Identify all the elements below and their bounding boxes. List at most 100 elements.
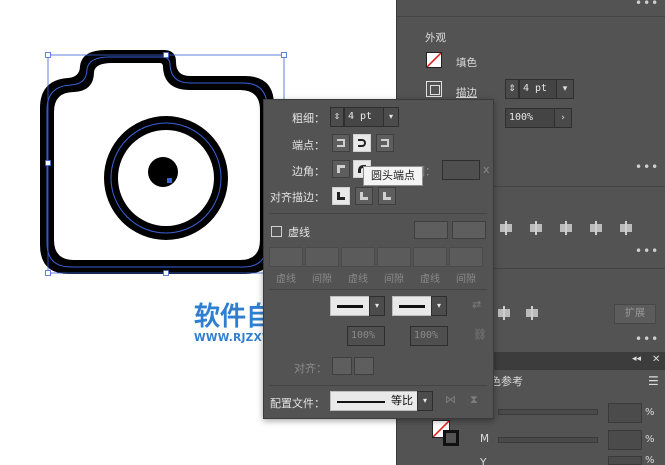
pathfinder-exclude-icon[interactable] [524,305,540,321]
none-color-icon [427,53,441,67]
anchor-center [167,178,172,183]
fill-label: 填色 [456,57,477,69]
dashed-line-label: 虚线 [288,226,310,239]
weight-stepper-arrows[interactable]: ⇕ [330,107,344,127]
flip-vertical-icon[interactable]: ⧗ [470,393,478,407]
arrowhead-start-select[interactable] [330,296,370,316]
close-icon[interactable]: ✕ [652,354,660,365]
profile-label: 配置文件： [270,397,325,410]
pathfinder-intersect-icon[interactable] [496,305,512,321]
arrow-scale-start-input[interactable]: 100% [347,326,385,346]
gap-input-1[interactable] [305,247,339,267]
percent-sign: % [645,455,655,465]
bbox-handle [45,52,51,58]
arrow-scale-end-input[interactable]: 100% [410,326,448,346]
align-right-icon[interactable] [528,220,544,236]
fill-swatch[interactable] [426,52,442,68]
round-cap-button[interactable] [353,134,371,152]
align-center-icon [337,192,345,200]
arrow-tip-extend-button[interactable] [332,357,352,375]
color-slider-m[interactable] [498,437,598,443]
stroke-link[interactable]: 描边 [456,85,477,100]
gap-label: 间隙 [384,274,404,285]
hamburger-menu-icon[interactable]: ☰ [648,374,659,388]
align-center-button[interactable] [332,187,350,205]
panel-divider [494,186,665,187]
collapse-icon[interactable]: ◂◂ [632,354,641,364]
color-value-input[interactable] [608,403,642,423]
weight-stepper[interactable]: ⇕ [505,79,519,99]
dash-label: 虚线 [276,274,296,285]
weight-label: 粗细： [292,112,325,125]
align-dash-corners-button[interactable] [452,221,486,239]
dash-label: 虚线 [348,274,368,285]
dash-label: 虚线 [420,274,440,285]
panel-divider [494,268,665,269]
preserve-dash-button[interactable] [414,221,448,239]
profile-line-preview [337,401,385,403]
align-inside-button[interactable] [355,187,373,205]
weight-dropdown-chevron[interactable]: ▾ [383,107,399,127]
gap-input-3[interactable] [449,247,483,267]
butt-cap-button[interactable] [332,134,350,152]
panel-divider [397,16,665,17]
weight-dropdown-chevron[interactable]: ▾ [556,79,574,99]
appearance-weight-input[interactable]: 4 pt [519,79,557,99]
miter-join-button[interactable] [332,160,350,178]
channel-y-input[interactable] [608,456,642,465]
channel-m-label: M [480,433,490,445]
cap-label: 端点： [292,139,325,152]
color-slider[interactable] [498,409,598,415]
stroke-swatch[interactable] [426,81,442,97]
link-scale-icon[interactable]: ⛓ [473,328,487,341]
opacity-input[interactable]: 100% [505,108,555,128]
gap-input-2[interactable] [377,247,411,267]
align-stroke-label: 对齐描边： [270,191,325,204]
arrowhead-end-chevron[interactable]: ▾ [431,296,447,316]
bbox-handle [45,160,51,166]
panel-menu-icon[interactable]: ••• [635,244,659,258]
gap-label: 间隙 [312,274,332,285]
arrowhead-end-select[interactable] [392,296,432,316]
opacity-arrow[interactable]: › [554,108,572,128]
stroke-weight-input[interactable]: 4 pt [344,107,384,127]
arrowhead-start-chevron[interactable]: ▾ [369,296,385,316]
projecting-cap-button[interactable] [376,134,394,152]
profile-dropdown-chevron[interactable]: ▾ [417,391,433,411]
dashed-line-checkbox[interactable] [271,226,282,237]
stroke-indicator[interactable] [443,430,459,446]
percent-sign: % [645,434,655,445]
lens-dot [148,157,178,187]
profile-value: 等比 [391,394,413,407]
bbox-handle [163,270,169,276]
round-cap-icon [358,139,366,147]
align-bottom-icon[interactable] [618,220,634,236]
miter-limit-input[interactable] [442,160,480,180]
panel-divider [269,289,487,290]
align-top-icon[interactable] [558,220,574,236]
channel-m-input[interactable] [608,430,642,450]
dash-input-3[interactable] [413,247,447,267]
dash-input-2[interactable] [341,247,375,267]
align-vcenter-icon[interactable] [588,220,604,236]
align-hcenter-icon[interactable] [498,220,514,236]
bbox-handle [163,52,169,58]
dash-input-1[interactable] [269,247,303,267]
panel-divider [269,385,487,386]
panel-menu-icon[interactable]: ••• [635,332,659,346]
bbox-handle [281,52,287,58]
align-outside-button[interactable] [378,187,396,205]
width-profile-select[interactable]: 等比 [330,391,418,411]
panel-menu-icon[interactable]: ••• [635,0,659,10]
miter-join-icon [337,165,345,173]
panel-divider [269,213,487,214]
panel-menu-icon[interactable]: ••• [635,160,659,174]
channel-y-label: Y [480,457,487,465]
expand-button[interactable]: 扩展 [614,304,656,324]
arrow-tip-place-button[interactable] [354,357,374,375]
swap-arrowheads-icon[interactable]: ⇄ [472,298,481,311]
gap-label: 间隙 [456,274,476,285]
limit-suffix: x [483,163,490,176]
flip-horizontal-icon[interactable]: ⋈ [445,393,456,406]
butt-cap-icon [337,139,345,147]
